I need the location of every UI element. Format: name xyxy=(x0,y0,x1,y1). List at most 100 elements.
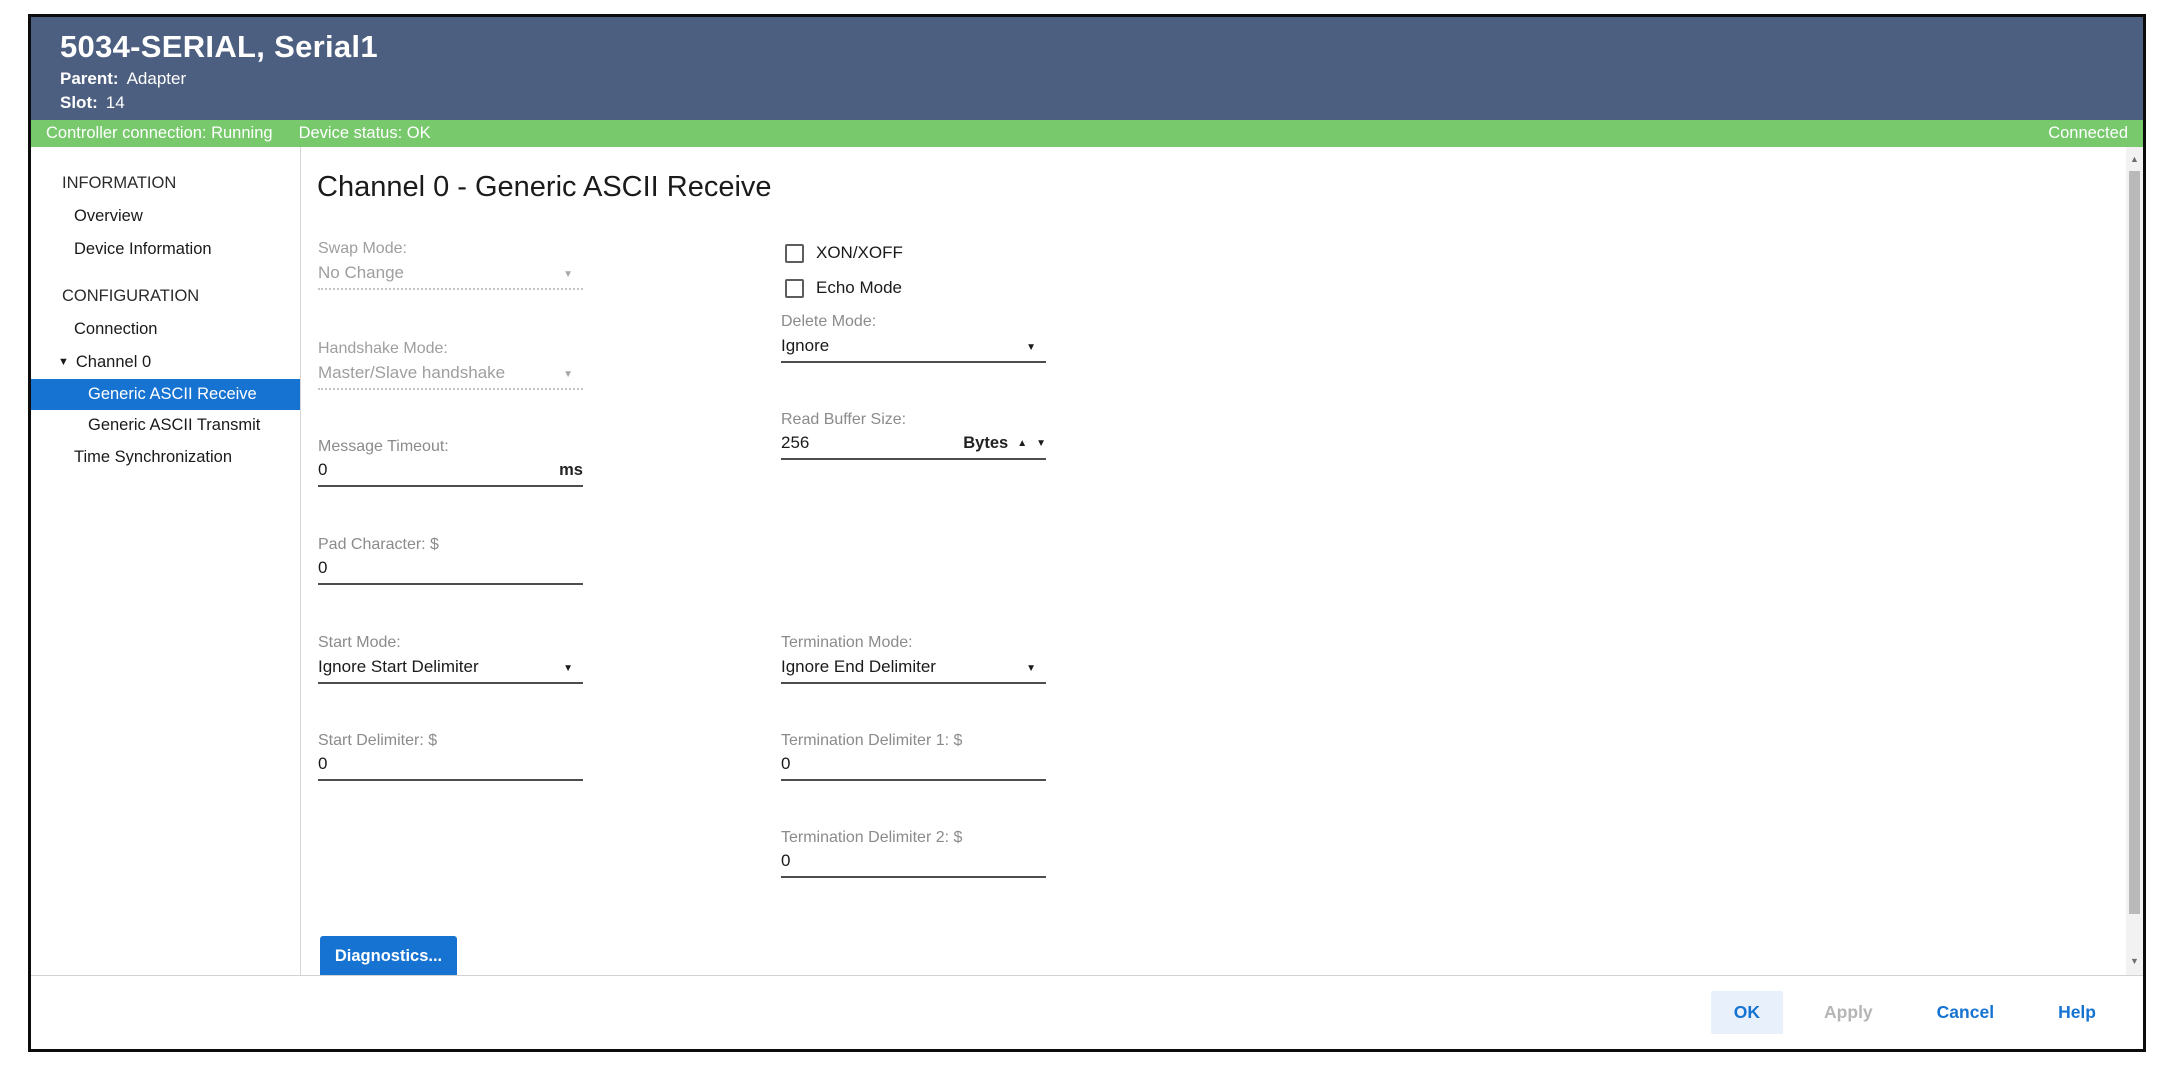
apply-button[interactable]: Apply xyxy=(1801,991,1896,1034)
read-buffer-size-spinner: Bytes ▲ ▼ xyxy=(963,434,1046,453)
ok-button[interactable]: OK xyxy=(1711,991,1783,1034)
scrollbar-thumb[interactable] xyxy=(2129,171,2140,914)
sidebar-section-gap xyxy=(31,266,300,280)
parent-row: Parent: Adapter xyxy=(60,69,2123,89)
page-title: Channel 0 - Generic ASCII Receive xyxy=(317,171,772,204)
dropdown-arrow-icon[interactable]: ▼ xyxy=(563,661,573,677)
dropdown-arrow-icon: ▼ xyxy=(563,267,573,283)
sidebar-section-information: INFORMATION xyxy=(31,167,300,200)
termination-delimiter-2-input[interactable] xyxy=(781,851,1046,871)
termination-delimiter-2-field: Termination Delimiter 2: $ xyxy=(781,828,1046,878)
termination-delimiter-1-row xyxy=(781,754,1046,781)
delete-mode-field: Delete Mode: Ignore ▼ xyxy=(781,312,1046,363)
sidebar-item-generic-ascii-receive[interactable]: Generic ASCII Receive xyxy=(31,379,300,410)
swap-mode-field: Swap Mode: No Change ▼ xyxy=(318,239,583,290)
controller-connection-status: Controller connection: Running xyxy=(46,124,273,143)
sidebar-nav: INFORMATION Overview Device Information … xyxy=(31,147,301,975)
slot-value: 14 xyxy=(106,93,125,113)
dropdown-arrow-icon[interactable]: ▼ xyxy=(1026,340,1036,356)
start-mode-dropdown[interactable]: Ignore Start Delimiter ▼ xyxy=(318,656,583,684)
pad-character-input[interactable] xyxy=(318,558,583,578)
sidebar-item-device-information[interactable]: Device Information xyxy=(31,233,300,266)
start-mode-label: Start Mode: xyxy=(318,633,583,653)
main-area: INFORMATION Overview Device Information … xyxy=(31,147,2143,975)
dropdown-arrow-icon[interactable]: ▼ xyxy=(1026,661,1036,677)
xon-xoff-checkbox[interactable] xyxy=(785,244,804,263)
message-timeout-unit: ms xyxy=(559,461,583,480)
read-buffer-size-row: Bytes ▲ ▼ xyxy=(781,433,1046,460)
xon-xoff-checkbox-row[interactable]: XON/XOFF xyxy=(785,243,903,263)
window-header: 5034-SERIAL, Serial1 Parent: Adapter Slo… xyxy=(31,17,2143,120)
delete-mode-value: Ignore xyxy=(781,335,829,356)
diagnostics-button[interactable]: Diagnostics... xyxy=(320,936,457,975)
module-title: 5034-SERIAL, Serial1 xyxy=(60,29,2123,65)
scrollbar-up-icon[interactable]: ▲ xyxy=(2126,151,2143,167)
footer-bar: OK Apply Cancel Help xyxy=(31,975,2143,1049)
status-left-group: Controller connection: Running Device st… xyxy=(46,124,431,143)
swap-mode-dropdown: No Change ▼ xyxy=(318,262,583,290)
sidebar-item-overview[interactable]: Overview xyxy=(31,200,300,233)
start-mode-field: Start Mode: Ignore Start Delimiter ▼ xyxy=(318,633,583,684)
scrollbar-down-icon[interactable]: ▼ xyxy=(2126,953,2143,969)
read-buffer-size-field: Read Buffer Size: Bytes ▲ ▼ xyxy=(781,410,1046,460)
handshake-mode-value: Master/Slave handshake xyxy=(318,362,505,383)
termination-delimiter-1-field: Termination Delimiter 1: $ xyxy=(781,731,1046,781)
pad-character-row xyxy=(318,558,583,585)
termination-mode-dropdown[interactable]: Ignore End Delimiter ▼ xyxy=(781,656,1046,684)
spinner-down-icon[interactable]: ▼ xyxy=(1036,436,1046,452)
echo-mode-checkbox-row[interactable]: Echo Mode xyxy=(785,278,902,298)
echo-mode-checkbox[interactable] xyxy=(785,279,804,298)
sidebar-section-configuration: CONFIGURATION xyxy=(31,280,300,313)
echo-mode-label: Echo Mode xyxy=(816,278,902,298)
status-bar: Controller connection: Running Device st… xyxy=(31,120,2143,147)
help-button[interactable]: Help xyxy=(2035,991,2119,1034)
cancel-button[interactable]: Cancel xyxy=(1914,991,2017,1034)
sidebar-item-channel-0[interactable]: ▼ Channel 0 xyxy=(31,346,300,379)
delete-mode-label: Delete Mode: xyxy=(781,312,1046,332)
handshake-mode-field: Handshake Mode: Master/Slave handshake ▼ xyxy=(318,339,583,390)
device-status: Device status: OK xyxy=(299,124,431,143)
message-timeout-row: ms xyxy=(318,460,583,487)
termination-delimiter-2-label: Termination Delimiter 2: $ xyxy=(781,828,1046,848)
start-mode-value: Ignore Start Delimiter xyxy=(318,656,479,677)
pad-character-field: Pad Character: $ xyxy=(318,535,583,585)
slot-row: Slot: 14 xyxy=(60,93,2123,113)
termination-delimiter-2-row xyxy=(781,851,1046,878)
termination-mode-label: Termination Mode: xyxy=(781,633,1046,653)
start-delimiter-label: Start Delimiter: $ xyxy=(318,731,583,751)
termination-mode-field: Termination Mode: Ignore End Delimiter ▼ xyxy=(781,633,1046,684)
sidebar-item-channel-0-label: Channel 0 xyxy=(76,353,151,372)
read-buffer-size-input[interactable] xyxy=(781,433,963,453)
connected-badge: Connected xyxy=(2048,124,2128,143)
content-panel: Channel 0 - Generic ASCII Receive Swap M… xyxy=(301,147,2143,975)
sidebar-item-generic-ascii-transmit[interactable]: Generic ASCII Transmit xyxy=(31,410,300,441)
message-timeout-input[interactable] xyxy=(318,460,559,480)
chevron-down-icon[interactable]: ▼ xyxy=(58,357,69,368)
handshake-mode-dropdown: Master/Slave handshake ▼ xyxy=(318,362,583,390)
slot-label: Slot: xyxy=(60,93,98,113)
start-delimiter-field: Start Delimiter: $ xyxy=(318,731,583,781)
termination-delimiter-1-input[interactable] xyxy=(781,754,1046,774)
delete-mode-dropdown[interactable]: Ignore ▼ xyxy=(781,335,1046,363)
spinner-up-icon[interactable]: ▲ xyxy=(1017,436,1027,452)
parent-value: Adapter xyxy=(127,69,187,89)
dropdown-arrow-icon: ▼ xyxy=(563,367,573,383)
start-delimiter-input[interactable] xyxy=(318,754,583,774)
termination-delimiter-1-label: Termination Delimiter 1: $ xyxy=(781,731,1046,751)
read-buffer-size-unit: Bytes xyxy=(963,434,1008,453)
message-timeout-label: Message Timeout: xyxy=(318,437,583,457)
swap-mode-label: Swap Mode: xyxy=(318,239,583,259)
termination-mode-value: Ignore End Delimiter xyxy=(781,656,936,677)
swap-mode-value: No Change xyxy=(318,262,404,283)
message-timeout-field: Message Timeout: ms xyxy=(318,437,583,487)
vertical-scrollbar[interactable]: ▲ ▼ xyxy=(2126,147,2143,975)
module-properties-window: 5034-SERIAL, Serial1 Parent: Adapter Slo… xyxy=(28,14,2146,1052)
start-delimiter-row xyxy=(318,754,583,781)
parent-label: Parent: xyxy=(60,69,119,89)
sidebar-item-connection[interactable]: Connection xyxy=(31,313,300,346)
read-buffer-size-label: Read Buffer Size: xyxy=(781,410,1046,430)
xon-xoff-label: XON/XOFF xyxy=(816,243,903,263)
handshake-mode-label: Handshake Mode: xyxy=(318,339,583,359)
pad-character-label: Pad Character: $ xyxy=(318,535,583,555)
sidebar-item-time-synchronization[interactable]: Time Synchronization xyxy=(31,441,300,474)
